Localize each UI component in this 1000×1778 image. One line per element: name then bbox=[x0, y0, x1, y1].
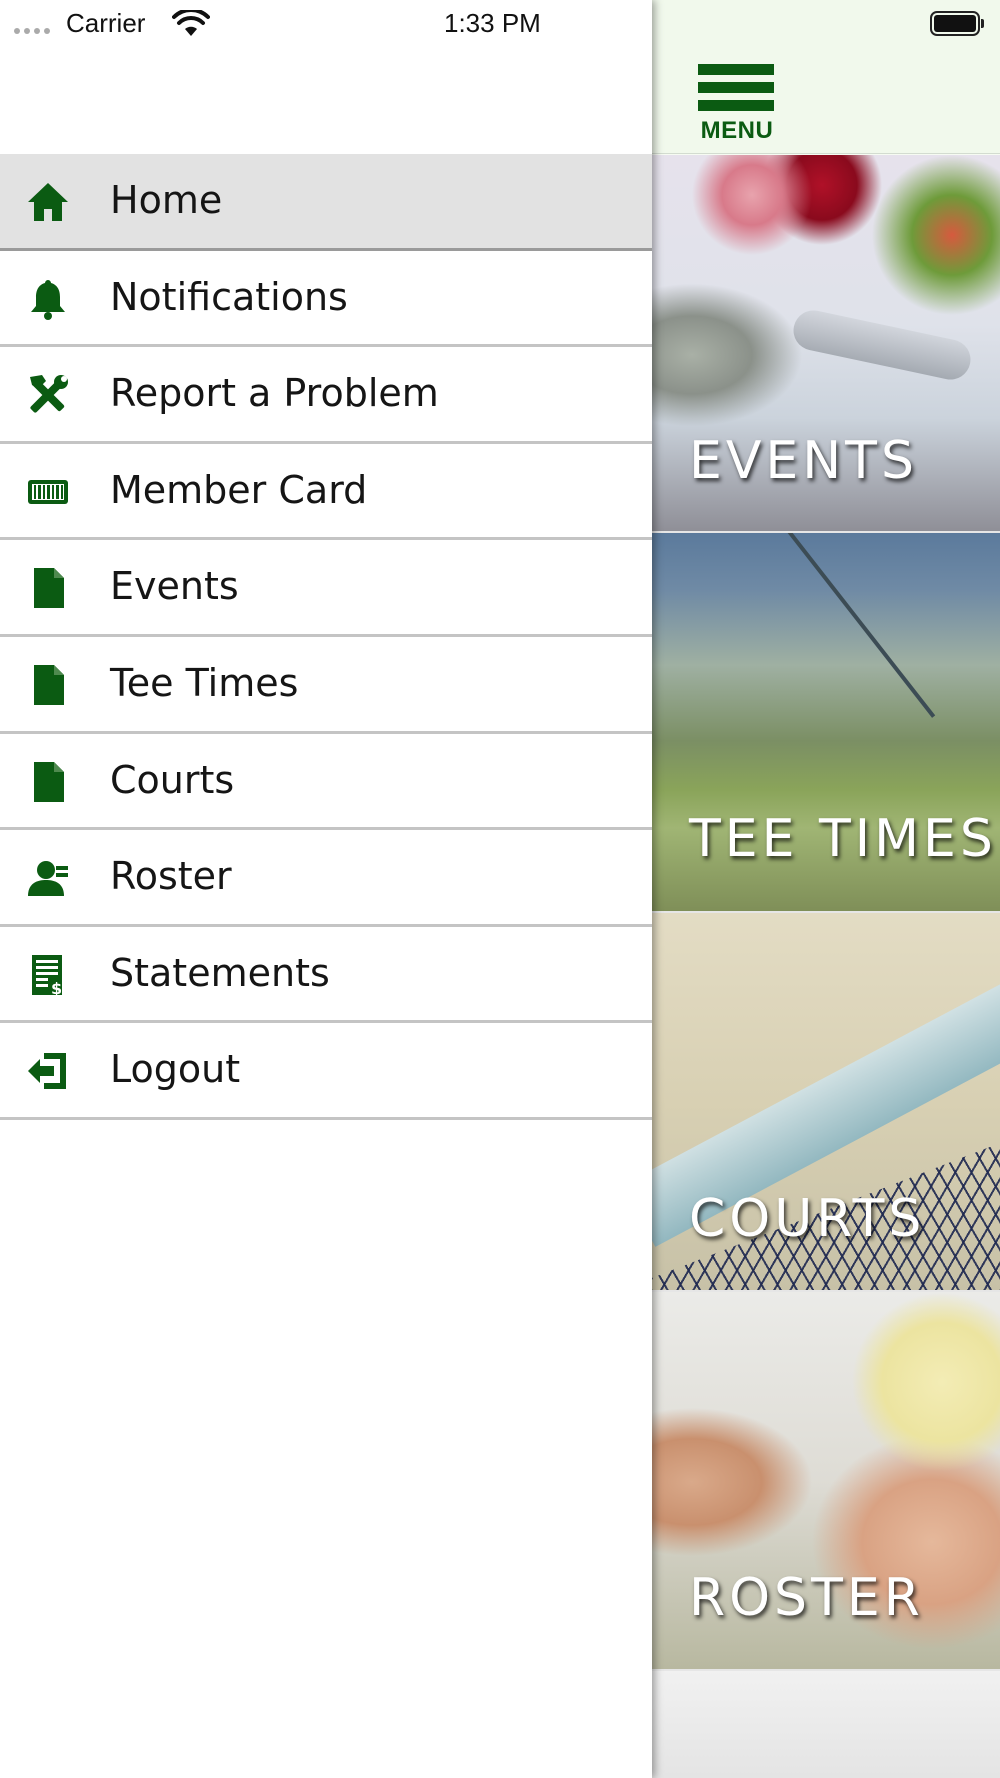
svg-text:$: $ bbox=[51, 979, 62, 997]
drawer-item-label: Home bbox=[110, 178, 223, 222]
status-time: 1:33 PM bbox=[444, 8, 541, 38]
golf-club-image bbox=[772, 533, 936, 718]
statement-icon: $ bbox=[26, 953, 70, 997]
wifi-icon bbox=[172, 10, 210, 36]
hamburger-icon bbox=[698, 64, 774, 75]
tile-roster-label: ROSTER bbox=[689, 1568, 924, 1628]
drawer-item-events[interactable]: Events bbox=[0, 540, 652, 637]
tools-icon bbox=[26, 373, 70, 417]
battery-icon bbox=[930, 11, 984, 36]
hamburger-icon-line bbox=[698, 100, 774, 111]
document-icon bbox=[26, 663, 70, 707]
drawer-item-label: Report a Problem bbox=[110, 371, 439, 416]
drawer-item-report-problem[interactable]: Report a Problem bbox=[0, 347, 652, 444]
drawer-item-notifications[interactable]: Notifications bbox=[0, 251, 652, 348]
drawer-item-courts[interactable]: Courts bbox=[0, 734, 652, 831]
drawer-item-tee-times[interactable]: Tee Times bbox=[0, 637, 652, 734]
tile-events[interactable]: EVENTS bbox=[652, 155, 1000, 533]
drawer-item-label: Tee Times bbox=[110, 660, 299, 705]
drawer-item-label: Events bbox=[110, 564, 239, 609]
drawer-item-label: Courts bbox=[110, 757, 235, 802]
user-icon bbox=[26, 856, 70, 900]
document-icon bbox=[26, 760, 70, 804]
tile-courts[interactable]: COURTS bbox=[652, 913, 1000, 1292]
drawer-item-home[interactable]: Home bbox=[0, 154, 652, 251]
hamburger-icon-line bbox=[698, 82, 774, 93]
document-icon bbox=[26, 566, 70, 610]
drawer-item-label: Notifications bbox=[110, 274, 348, 319]
home-icon bbox=[26, 180, 70, 224]
menu-label: MENU bbox=[700, 117, 774, 144]
carrier-label: Carrier bbox=[66, 8, 146, 38]
bell-icon bbox=[26, 277, 70, 321]
drawer-item-label: Logout bbox=[110, 1047, 241, 1092]
barcode-icon bbox=[26, 470, 70, 514]
tile-next-partial[interactable] bbox=[652, 1671, 1000, 1778]
logout-icon bbox=[26, 1049, 70, 1093]
tile-courts-label: COURTS bbox=[689, 1189, 926, 1249]
drawer-item-label: Roster bbox=[110, 854, 232, 899]
drawer-item-roster[interactable]: Roster bbox=[0, 830, 652, 927]
tile-events-label: EVENTS bbox=[689, 431, 918, 491]
tile-tee-times-label: TEE TIMES bbox=[689, 809, 997, 869]
menu-button[interactable]: MENU bbox=[698, 64, 774, 144]
side-drawer: Carrier 1:33 PM Home Notifications Repor… bbox=[0, 0, 652, 1778]
drawer-item-member-card[interactable]: Member Card bbox=[0, 444, 652, 541]
tile-tee-times[interactable]: TEE TIMES bbox=[652, 533, 1000, 913]
drawer-item-logout[interactable]: Logout bbox=[0, 1023, 652, 1120]
cutlery-image bbox=[789, 306, 975, 384]
drawer-item-label: Statements bbox=[110, 950, 330, 995]
drawer-menu-list: Home Notifications Report a Problem Memb… bbox=[0, 154, 652, 1120]
status-bar: Carrier 1:33 PM bbox=[0, 0, 652, 48]
drawer-item-statements[interactable]: $ Statements bbox=[0, 927, 652, 1024]
tile-roster[interactable]: ROSTER bbox=[652, 1292, 1000, 1671]
drawer-item-label: Member Card bbox=[110, 467, 368, 512]
